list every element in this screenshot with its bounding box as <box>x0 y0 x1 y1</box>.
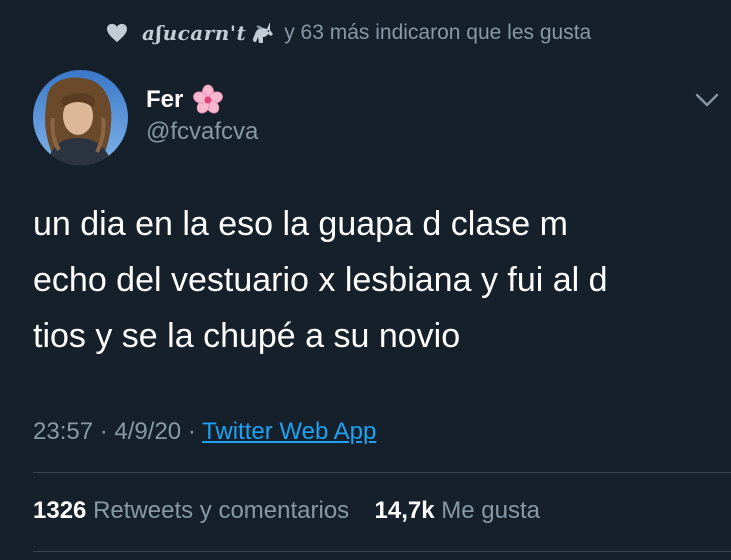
retweets-count: 1326 <box>33 497 87 524</box>
meta-separator: · <box>99 418 108 445</box>
tweet-date: 4/9/20 <box>114 418 182 445</box>
tweet-text: un dia en la eso la guapa d clase m echo… <box>33 196 713 364</box>
unicorn-icon <box>253 22 274 43</box>
tweet-stats: 1326 Retweets y comentarios 14,7k Me gus… <box>33 497 540 525</box>
likes-stat[interactable]: 14,7k Me gusta <box>375 497 540 524</box>
chevron-down-icon[interactable] <box>695 92 719 108</box>
likes-context-text: y 63 más indicaron que les gusta <box>284 21 592 44</box>
handle[interactable]: @fcvafcva <box>146 118 258 146</box>
divider <box>33 472 731 473</box>
source-link[interactable]: Twitter Web App <box>202 418 376 445</box>
cherry-blossom-icon <box>193 84 224 114</box>
retweets-label: Retweets y comentarios <box>93 497 350 524</box>
heart-icon <box>107 23 127 43</box>
tweet-time: 23:57 <box>33 418 94 445</box>
display-name[interactable]: Fer <box>146 86 183 114</box>
avatar-image <box>33 70 128 165</box>
liker-name[interactable]: aʃucarn't <box>142 21 246 45</box>
author-info: Fer @fcvafcva <box>146 84 258 146</box>
likes-count: 14,7k <box>374 497 435 524</box>
tweet-line: echo del vestuario x lesbiana y fui al d <box>33 261 608 299</box>
divider <box>33 551 731 552</box>
social-context: aʃucarn't y 63 más indicaron que les gus… <box>106 18 591 48</box>
tweet-line: un dia en la eso la guapa d clase m <box>33 205 568 243</box>
avatar[interactable] <box>33 70 128 165</box>
tweet-meta: 23:57 · 4/9/20 · Twitter Web App <box>33 418 376 446</box>
tweet-line: tios y se la chupé a su novio <box>33 317 461 355</box>
retweets-stat[interactable]: 1326 Retweets y comentarios <box>33 497 349 524</box>
meta-separator: · <box>187 418 196 445</box>
likes-label: Me gusta <box>441 497 540 524</box>
